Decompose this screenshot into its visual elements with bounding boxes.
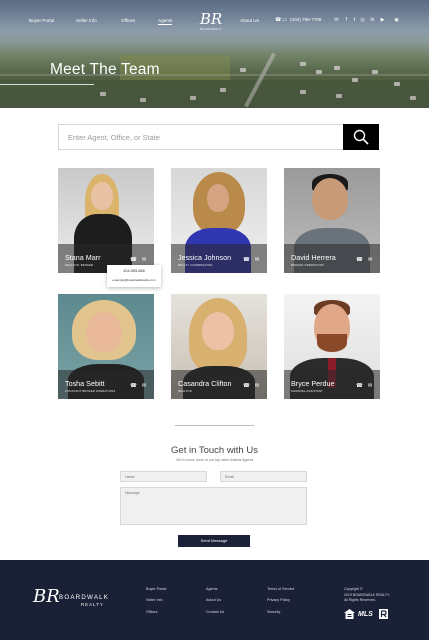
twitter-icon[interactable]: t bbox=[352, 18, 357, 23]
agent-card[interactable]: David Herrera Broker Operations ☎ ✉ bbox=[284, 168, 380, 273]
footer-logo-sub: REALTY bbox=[81, 602, 104, 607]
copyright-line-1: Copyright © bbox=[344, 587, 363, 591]
youtube-icon[interactable]: ▶ bbox=[380, 18, 385, 23]
mail-icon[interactable]: ✉ bbox=[367, 257, 373, 263]
linkedin-icon[interactable]: in bbox=[370, 18, 375, 23]
agent-card[interactable]: Casandra Clifton Realtor ☎ ✉ bbox=[171, 294, 267, 399]
agent-role: Assistant Broker Operations bbox=[65, 390, 116, 393]
nav-seller-info[interactable]: Seller Info bbox=[76, 18, 97, 23]
agent-name: Tosha Sebitt bbox=[65, 379, 105, 388]
popup-phone[interactable]: 404-555-666 bbox=[107, 269, 161, 273]
mail-icon[interactable]: ✉ bbox=[254, 383, 260, 389]
copyright-line-2: 2019 BOARDWALK REALTY. bbox=[344, 593, 390, 597]
mail-icon[interactable]: ✉ bbox=[141, 257, 147, 263]
page-title: Meet The Team bbox=[50, 61, 160, 78]
copyright-line-3: All Rights Reserved. bbox=[344, 598, 376, 602]
instagram-icon[interactable]: ◎ bbox=[360, 18, 365, 23]
send-message-button[interactable]: Send Message bbox=[178, 535, 250, 547]
contact-title: Get in Touch with Us bbox=[171, 445, 258, 456]
nav-agents[interactable]: Agents bbox=[158, 18, 173, 25]
agent-name: Casandra Clifton bbox=[178, 379, 232, 388]
agent-search bbox=[58, 124, 379, 150]
footer-link-seller-info[interactable]: Seller Info bbox=[146, 598, 163, 602]
hero-banner: Buyer Portal Seller Info Offices Agents … bbox=[0, 0, 429, 108]
phone-icon[interactable]: ☎ bbox=[130, 257, 137, 263]
agent-role: Realtor, Broker bbox=[65, 264, 94, 267]
search-button[interactable] bbox=[343, 124, 379, 150]
phone-icon[interactable]: ☎ bbox=[130, 383, 137, 389]
agent-face bbox=[86, 312, 122, 352]
phone-icon[interactable]: ☎ bbox=[356, 383, 363, 389]
phone-icon[interactable]: ☎ bbox=[243, 257, 250, 263]
phone-icon[interactable]: ☎ bbox=[243, 383, 250, 389]
mail-icon[interactable]: ✉ bbox=[141, 383, 147, 389]
search-icon bbox=[353, 129, 369, 145]
agent-card[interactable]: Tosha Sebitt Assistant Broker Operations… bbox=[58, 294, 154, 399]
phone-icon[interactable]: ☎ bbox=[356, 257, 363, 263]
agent-beard bbox=[317, 334, 347, 352]
nav-phone[interactable]: (404) 795-7786 bbox=[290, 17, 321, 22]
footer-link-agents[interactable]: Agents bbox=[206, 587, 217, 591]
agent-face bbox=[207, 184, 229, 212]
section-divider bbox=[175, 425, 254, 426]
agent-card[interactable]: Jessica Johnson Realty Coordinator ☎ ✉ bbox=[171, 168, 267, 273]
agent-name: Stana Marr bbox=[65, 253, 101, 262]
agent-role: Realtor bbox=[178, 390, 192, 393]
footer-logo[interactable]: BR BOARDWALK REALTY bbox=[33, 586, 108, 607]
footer-link-about-us[interactable]: About Us bbox=[206, 598, 221, 602]
chat-icon[interactable]: ▭ bbox=[282, 18, 287, 23]
footer-link-terms[interactable]: Terms of Service bbox=[267, 587, 294, 591]
nav-about-us[interactable]: About Us bbox=[240, 18, 259, 23]
mail-icon[interactable]: ✉ bbox=[367, 383, 373, 389]
footer-logo-monogram: BR bbox=[33, 586, 60, 607]
email-field[interactable] bbox=[220, 471, 307, 482]
footer-link-offices[interactable]: Offices bbox=[146, 610, 157, 614]
account-icon[interactable]: ◉ bbox=[394, 18, 399, 23]
logo-monogram: BR bbox=[199, 10, 223, 28]
footer-link-contact-us[interactable]: Contact Us bbox=[206, 610, 224, 614]
footer-link-security[interactable]: Security bbox=[267, 610, 280, 614]
search-input[interactable] bbox=[59, 125, 344, 149]
agent-card[interactable]: Bryce Perdue Showing Assistant ☎ ✉ bbox=[284, 294, 380, 399]
mls-logo: MLS bbox=[358, 611, 373, 618]
facebook-icon[interactable]: f bbox=[344, 18, 349, 23]
hero-underline bbox=[0, 84, 94, 85]
footer-logo-name: BOARDWALK bbox=[59, 594, 110, 601]
agent-role: Realty Coordinator bbox=[178, 264, 213, 267]
popup-email[interactable]: example@boardwalkrealty.com bbox=[107, 278, 161, 282]
logo-text: BOARDWALK bbox=[200, 28, 222, 31]
agent-contact-popup: 404-555-666 example@boardwalkrealty.com bbox=[107, 265, 161, 287]
agent-role: Showing Assistant bbox=[291, 390, 323, 393]
brand-logo[interactable]: BR BOARDWALK bbox=[198, 11, 224, 37]
realtor-icon bbox=[379, 609, 388, 619]
agent-card[interactable]: Stana Marr Realtor, Broker ☎ ✉ bbox=[58, 168, 154, 273]
agent-face bbox=[312, 178, 348, 220]
equal-housing-icon bbox=[344, 609, 355, 619]
contact-subtitle: Get to know more of our top rated Atlant… bbox=[175, 458, 254, 462]
phone-icon: ☎ bbox=[275, 17, 282, 23]
agent-role: Broker Operations bbox=[291, 264, 324, 267]
agent-face bbox=[91, 182, 113, 210]
site-footer: BR BOARDWALK REALTY Buyer Portal Seller … bbox=[0, 560, 429, 640]
footer-link-buyer-portal[interactable]: Buyer Portal bbox=[146, 587, 166, 591]
agent-name: Bryce Perdue bbox=[291, 379, 335, 388]
nav-buyer-portal[interactable]: Buyer Portal bbox=[29, 18, 54, 23]
agent-name: David Herrera bbox=[291, 253, 336, 262]
nav-offices[interactable]: Offices bbox=[121, 18, 135, 23]
message-field[interactable] bbox=[120, 487, 307, 525]
agent-name: Jessica Johnson bbox=[178, 253, 232, 262]
mail-icon[interactable]: ✉ bbox=[334, 18, 339, 23]
mail-icon[interactable]: ✉ bbox=[254, 257, 260, 263]
name-field[interactable] bbox=[120, 471, 207, 482]
agent-face bbox=[202, 312, 234, 350]
footer-link-privacy[interactable]: Privacy Policy bbox=[267, 598, 290, 602]
